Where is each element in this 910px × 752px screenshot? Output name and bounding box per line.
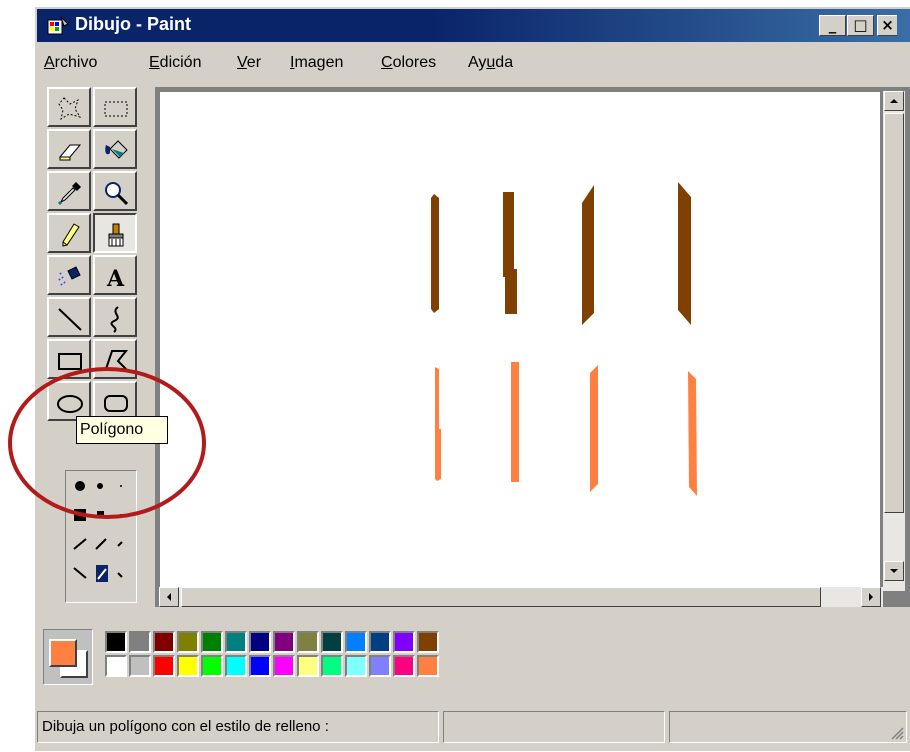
arrow-up-icon <box>890 99 898 103</box>
paint-app-icon <box>47 16 69 35</box>
menu-colores[interactable]: Colores <box>381 54 436 72</box>
brown-bar-2 <box>503 192 517 314</box>
pick-color-tool[interactable] <box>47 171 91 211</box>
palette-swatch[interactable] <box>369 631 391 653</box>
palette-swatch[interactable] <box>201 655 223 677</box>
line-tool[interactable] <box>47 297 91 337</box>
drawing-canvas[interactable] <box>160 92 880 589</box>
pencil-tool[interactable] <box>47 213 91 253</box>
maximize-button[interactable]: □ <box>847 15 874 36</box>
arrow-left-icon <box>167 593 171 601</box>
status-coordinates-panel <box>443 711 665 743</box>
palette-swatch[interactable] <box>417 655 439 677</box>
palette-swatch[interactable] <box>177 631 199 653</box>
magnifier-tool[interactable] <box>93 171 137 211</box>
arrow-down-icon <box>890 569 898 573</box>
status-bar: Dibuja un polígono con el estilo de rell… <box>35 707 910 752</box>
palette-swatch[interactable] <box>249 655 271 677</box>
palette-swatch[interactable] <box>297 655 319 677</box>
orange-bar-3 <box>590 365 598 492</box>
orange-bar-1 <box>435 367 441 481</box>
brown-bar-3 <box>582 185 594 325</box>
menu-imagen[interactable]: Imagen <box>290 54 343 72</box>
tool-box: A <box>47 87 144 603</box>
window-title: Dibujo - Paint <box>75 14 191 34</box>
palette-swatch[interactable] <box>345 631 367 653</box>
menu-bar: Archivo Edición Ver Imagen Colores Ayuda <box>37 47 910 81</box>
current-colors-box <box>43 629 93 685</box>
palette-swatch[interactable] <box>321 655 343 677</box>
palette-swatch[interactable] <box>129 655 151 677</box>
palette-swatch[interactable] <box>153 631 175 653</box>
palette-swatch[interactable] <box>105 655 127 677</box>
scroll-right-button[interactable] <box>861 587 881 607</box>
close-button[interactable]: × <box>877 15 897 36</box>
menu-archivo[interactable]: Archivo <box>44 54 97 72</box>
scroll-left-button[interactable] <box>159 587 179 607</box>
status-size-panel <box>669 711 907 743</box>
fill-with-color-tool[interactable] <box>93 129 137 169</box>
brush-tool[interactable] <box>93 213 137 253</box>
palette-swatch[interactable] <box>297 631 319 653</box>
status-message-panel: Dibuja un polígono con el estilo de rell… <box>37 711 439 743</box>
arrow-right-icon <box>869 593 873 601</box>
airbrush-tool[interactable] <box>47 255 91 295</box>
palette-swatch[interactable] <box>105 631 127 653</box>
palette-swatch[interactable] <box>177 655 199 677</box>
palette-swatch[interactable] <box>201 631 223 653</box>
minimize-button[interactable]: _ <box>819 15 846 36</box>
palette-swatch[interactable] <box>273 631 295 653</box>
curve-tool[interactable] <box>93 297 137 337</box>
palette-swatch[interactable] <box>225 631 247 653</box>
menu-edicion[interactable]: Edición <box>149 54 201 72</box>
palette-swatch[interactable] <box>225 655 247 677</box>
vertical-scrollbar[interactable] <box>883 91 905 591</box>
horizontal-scrollbar[interactable] <box>159 587 883 607</box>
palette-swatch[interactable] <box>153 655 175 677</box>
menu-ver[interactable]: Ver <box>237 54 261 72</box>
orange-bar-4 <box>688 371 697 496</box>
palette-swatch[interactable] <box>249 631 271 653</box>
size-grip-icon[interactable] <box>890 726 904 740</box>
color-palette <box>43 621 563 691</box>
svg-text:A: A <box>106 266 125 291</box>
palette-swatch[interactable] <box>369 655 391 677</box>
orange-bar-2 <box>511 362 519 482</box>
palette-swatch[interactable] <box>345 655 367 677</box>
palette-swatch[interactable] <box>393 655 415 677</box>
palette-swatch[interactable] <box>129 631 151 653</box>
brown-bar-1 <box>431 194 439 313</box>
scroll-up-button[interactable] <box>884 91 904 111</box>
status-text: Dibuja un polígono con el estilo de rell… <box>42 718 329 735</box>
menu-ayuda[interactable]: Ayuda <box>468 54 513 72</box>
palette-swatch[interactable] <box>393 631 415 653</box>
horizontal-scroll-thumb[interactable] <box>181 587 821 607</box>
palette-swatch[interactable] <box>417 631 439 653</box>
foreground-color[interactable] <box>49 639 77 667</box>
title-bar[interactable]: Dibujo - Paint _ □ × <box>37 9 910 42</box>
text-tool[interactable]: A <box>93 255 137 295</box>
palette-swatch[interactable] <box>273 655 295 677</box>
eraser-tool[interactable] <box>47 129 91 169</box>
annotation-circle <box>8 367 206 519</box>
canvas-area <box>155 87 910 607</box>
select-tool[interactable] <box>93 87 137 127</box>
free-form-select-tool[interactable] <box>47 87 91 127</box>
paint-window: Dibujo - Paint _ □ × Archivo Edición Ver… <box>34 6 910 751</box>
brown-bar-4 <box>678 182 691 325</box>
palette-swatch[interactable] <box>321 631 343 653</box>
scroll-down-button[interactable] <box>884 561 904 581</box>
vertical-scroll-thumb[interactable] <box>884 113 904 513</box>
